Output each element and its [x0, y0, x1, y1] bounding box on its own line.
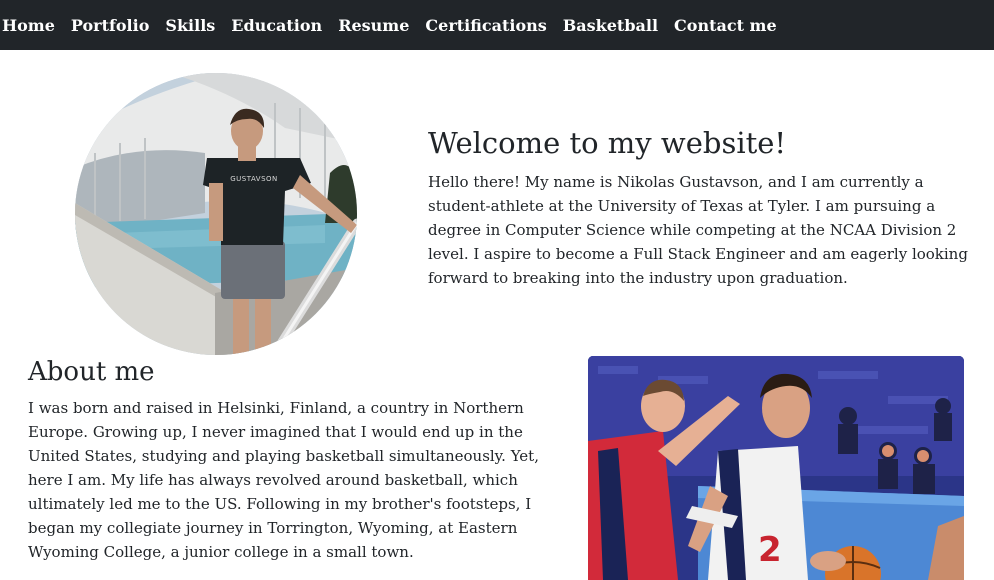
about-paragraph: I was born and raised in Helsinki, Finla…: [28, 399, 539, 561]
welcome-paragraph: Hello there! My name is Nikolas Gustavso…: [428, 173, 968, 287]
welcome-heading: Welcome to my website!: [428, 126, 787, 160]
nav-certifications-link[interactable]: Certifications: [425, 16, 546, 35]
nav-home-link[interactable]: Home: [2, 16, 55, 35]
nav-portfolio-link[interactable]: Portfolio: [71, 16, 149, 35]
profile-photo: GUSTAVSON: [75, 73, 357, 355]
nav-education-link[interactable]: Education: [231, 16, 322, 35]
nav-skills-link[interactable]: Skills: [165, 16, 215, 35]
nav-resume-link[interactable]: Resume: [338, 16, 409, 35]
basketball-photo: 2: [588, 356, 964, 580]
jersey-number: 2: [758, 530, 782, 570]
nav-contact-link[interactable]: Contact me: [674, 16, 777, 35]
top-navbar: Home Portfolio Skills Education Resume C…: [0, 0, 994, 50]
about-heading: About me: [28, 357, 155, 387]
nav-basketball-link[interactable]: Basketball: [563, 16, 658, 35]
shirt-text: GUSTAVSON: [230, 175, 278, 183]
